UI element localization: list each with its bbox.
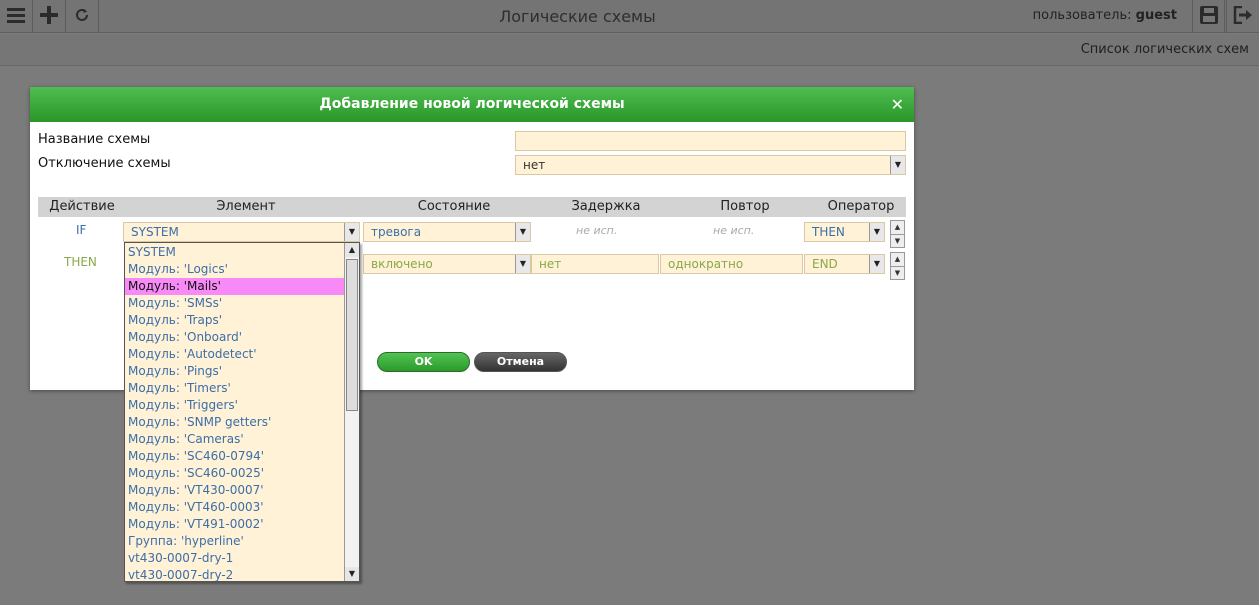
dropdown-option[interactable]: Модуль: 'Timers': [125, 380, 345, 397]
logout-icon: [1233, 5, 1253, 28]
dropdown-option[interactable]: Модуль: 'SMSs': [125, 295, 345, 312]
menu-icon: [7, 7, 25, 27]
schemes-list-link[interactable]: Список логических схем: [1081, 34, 1249, 66]
menu-button[interactable]: [0, 0, 33, 33]
scrollbar-thumb[interactable]: [346, 259, 358, 411]
scheme-disable-label: Отключение схемы: [38, 156, 171, 171]
row2-state-select[interactable]: включено ▼: [363, 254, 531, 274]
dropdown-option[interactable]: vt430-0007-dry-2: [125, 567, 345, 581]
dropdown-option[interactable]: Модуль: 'Pings': [125, 363, 345, 380]
row1-repeat: не исп.: [713, 224, 755, 237]
row2-move-stepper[interactable]: ▲ ▼: [890, 252, 905, 280]
element-dropdown-list[interactable]: vt430-0007-dry-2 vt430-0007-dry-1 Группа: …: [124, 242, 360, 582]
dropdown-option[interactable]: Модуль: 'Mails': [125, 278, 345, 295]
row2-operator-value: END: [812, 257, 838, 271]
row1-element-value: SYSTEM: [131, 225, 179, 239]
dropdown-option[interactable]: Модуль: 'Traps': [125, 312, 345, 329]
row1-move-stepper[interactable]: ▲ ▼: [890, 220, 905, 248]
col-operator: Оператор: [827, 199, 895, 214]
col-element: Элемент: [216, 199, 276, 214]
logout-button[interactable]: [1226, 0, 1259, 33]
col-action: Действие: [49, 199, 115, 214]
refresh-icon: [75, 8, 89, 26]
row1-action: IF: [76, 223, 87, 237]
dropdown-option[interactable]: Модуль: 'VT491-0002': [125, 516, 345, 533]
ok-button[interactable]: OK: [377, 352, 470, 372]
row2-action: THEN: [64, 255, 97, 269]
row1-state-select[interactable]: тревога ▼: [363, 222, 531, 242]
dialog-title: Добавление новой логической схемы: [319, 96, 625, 112]
dropdown-option[interactable]: Модуль: 'SC460-0025': [125, 465, 345, 482]
user-info: пользователь: guest: [1033, 0, 1177, 33]
arrow-up-icon[interactable]: ▲: [891, 253, 904, 266]
dropdown-option[interactable]: SYSTEM: [125, 244, 345, 261]
row1-element-select[interactable]: SYSTEM ▼: [123, 222, 360, 242]
dropdown-option[interactable]: Модуль: 'Autodetect': [125, 346, 345, 363]
chevron-down-icon: ▼: [890, 156, 905, 174]
chevron-down-icon: ▼: [869, 255, 884, 273]
dropdown-scrollbar[interactable]: ▲ ▼: [344, 243, 359, 581]
dropdown-option[interactable]: Модуль: 'Triggers': [125, 397, 345, 414]
arrow-down-icon[interactable]: ▼: [891, 234, 904, 247]
sub-bar: Список логических схем: [0, 34, 1259, 66]
close-icon[interactable]: ✕: [891, 87, 904, 122]
dropdown-option[interactable]: Модуль: 'Logics': [125, 261, 345, 278]
arrow-down-icon[interactable]: ▼: [891, 266, 904, 279]
dropdown-option[interactable]: Модуль: 'Onboard': [125, 329, 345, 346]
arrow-up-icon[interactable]: ▲: [345, 243, 359, 257]
scheme-name-input[interactable]: [515, 131, 906, 151]
row2-delay-input[interactable]: нет: [531, 254, 659, 274]
dialog-header: Добавление новой логической схемы ✕: [30, 87, 914, 122]
row2-state-value: включено: [371, 257, 433, 271]
save-icon: [1199, 5, 1218, 28]
dropdown-option[interactable]: Модуль: 'VT460-0003': [125, 499, 345, 516]
row1-delay: не исп.: [576, 224, 618, 237]
row1-operator-value: THEN: [812, 225, 845, 239]
user-label: пользователь:: [1032, 8, 1132, 23]
page-title: Логические схемы: [499, 7, 656, 26]
top-bar: Логические схемы пользователь: guest: [0, 0, 1259, 33]
row1-state-value: тревога: [371, 225, 422, 239]
scheme-disable-value: нет: [523, 158, 546, 172]
col-repeat: Повтор: [720, 199, 770, 214]
rules-table-header: Действие Элемент Состояние Задержка Повт…: [38, 197, 906, 217]
col-delay: Задержка: [571, 199, 641, 214]
col-state: Состояние: [417, 199, 491, 214]
chevron-down-icon: ▼: [344, 223, 359, 241]
scheme-disable-select[interactable]: нет ▼: [515, 155, 906, 175]
row2-operator-select[interactable]: END ▼: [804, 254, 885, 274]
dropdown-option[interactable]: Модуль: 'SNMP getters': [125, 414, 345, 431]
dropdown-option[interactable]: Модуль: 'Cameras': [125, 431, 345, 448]
dropdown-option[interactable]: vt430-0007-dry-1: [125, 550, 345, 567]
chevron-down-icon: ▼: [515, 223, 530, 241]
chevron-down-icon: ▼: [869, 223, 884, 241]
add-button[interactable]: [33, 0, 66, 33]
dropdown-option[interactable]: Группа: 'hyperline': [125, 533, 345, 550]
arrow-down-icon[interactable]: ▼: [345, 567, 359, 581]
cancel-button[interactable]: Отмена: [474, 352, 567, 372]
arrow-up-icon[interactable]: ▲: [891, 221, 904, 234]
user-name: guest: [1135, 8, 1177, 23]
save-button[interactable]: [1192, 0, 1225, 33]
row1-operator-select[interactable]: THEN ▼: [804, 222, 885, 242]
refresh-button[interactable]: [66, 0, 99, 33]
dropdown-option[interactable]: Модуль: 'SC460-0794': [125, 448, 345, 465]
chevron-down-icon: ▼: [515, 255, 530, 273]
dropdown-option[interactable]: Модуль: 'VT430-0007': [125, 482, 345, 499]
plus-icon: [40, 5, 58, 28]
row2-repeat-value: однократно: [668, 257, 744, 271]
row2-delay-value: нет: [539, 257, 562, 271]
scheme-name-label: Название схемы: [38, 132, 151, 147]
row2-repeat-input[interactable]: однократно: [660, 254, 803, 274]
